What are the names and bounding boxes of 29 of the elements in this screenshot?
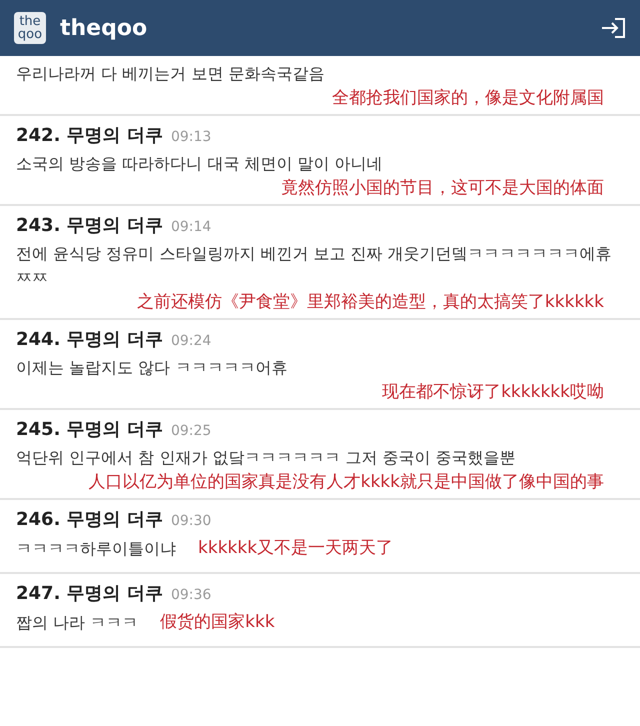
comment-time: 09:24	[170, 332, 212, 351]
comment-text: 짭의 나라 ㅋㅋㅋ	[16, 612, 138, 634]
translation-caption: 假货的国家kkk	[160, 611, 275, 634]
translation-caption: 全都抢我们国家的，像是文化附属国	[332, 87, 604, 110]
comment-text: 이제는 놀랍지도 않다 ㅋㅋㅋㅋㅋ어휴	[16, 358, 288, 377]
comment-author: 245. 무명의 더쿠	[16, 418, 163, 442]
logo: the qoo	[14, 12, 46, 44]
comment-time: 09:13	[170, 128, 212, 147]
translation-caption: kkkkkk又不是一天两天了	[198, 537, 394, 560]
login-icon[interactable]	[600, 17, 626, 39]
comment-author: 243. 무명의 더쿠	[16, 214, 163, 238]
comment-author: 242. 무명의 더쿠	[16, 124, 163, 148]
comment-time: 09:25	[170, 422, 212, 441]
translation-caption: 人口以亿为单位的国家真是没有人才kkkk就只是中国做了像中国的事	[88, 471, 604, 494]
comment-time: 09:14	[170, 218, 212, 237]
comment-text: 우리나라꺼 다 베끼는거 보면 문화속국같음	[16, 64, 324, 83]
comment-author: 246. 무명의 더쿠	[16, 508, 163, 532]
comment-time: 09:36	[170, 586, 212, 605]
comment-author: 247. 무명의 더쿠	[16, 582, 163, 606]
comment-author: 244. 무명의 더쿠	[16, 328, 163, 352]
comment-text: 전에 윤식당 정유미 스타일링까지 베낀거 보고 진짜 개웃기던뎈ㅋㅋㅋㅋㅋㅋㅋ에휴 ㅉㅉ	[16, 244, 612, 287]
comment-time: 09:30	[170, 512, 212, 531]
comment-text: 억단위 인구에서 참 인재가 없닼ㅋㅋㅋㅋㅋㅋ 그저 중국이 중국했을뿐	[16, 448, 516, 467]
comment-text: ㅋㅋㅋㅋ하루이틀이냐	[16, 538, 176, 560]
translation-caption: 之前还模仿《尹食堂》里郑裕美的造型，真的太搞笑了kkkkkk	[136, 291, 604, 314]
app-title: theqoo	[60, 14, 148, 42]
translation-caption: 现在都不惊讶了kkkkkkk哎呦	[382, 381, 604, 404]
translation-caption: 竟然仿照小国的节目，这可不是大国的体面	[281, 177, 604, 200]
comment-text: 소국의 방송을 따라하다니 대국 체면이 말이 아니네	[16, 154, 383, 173]
